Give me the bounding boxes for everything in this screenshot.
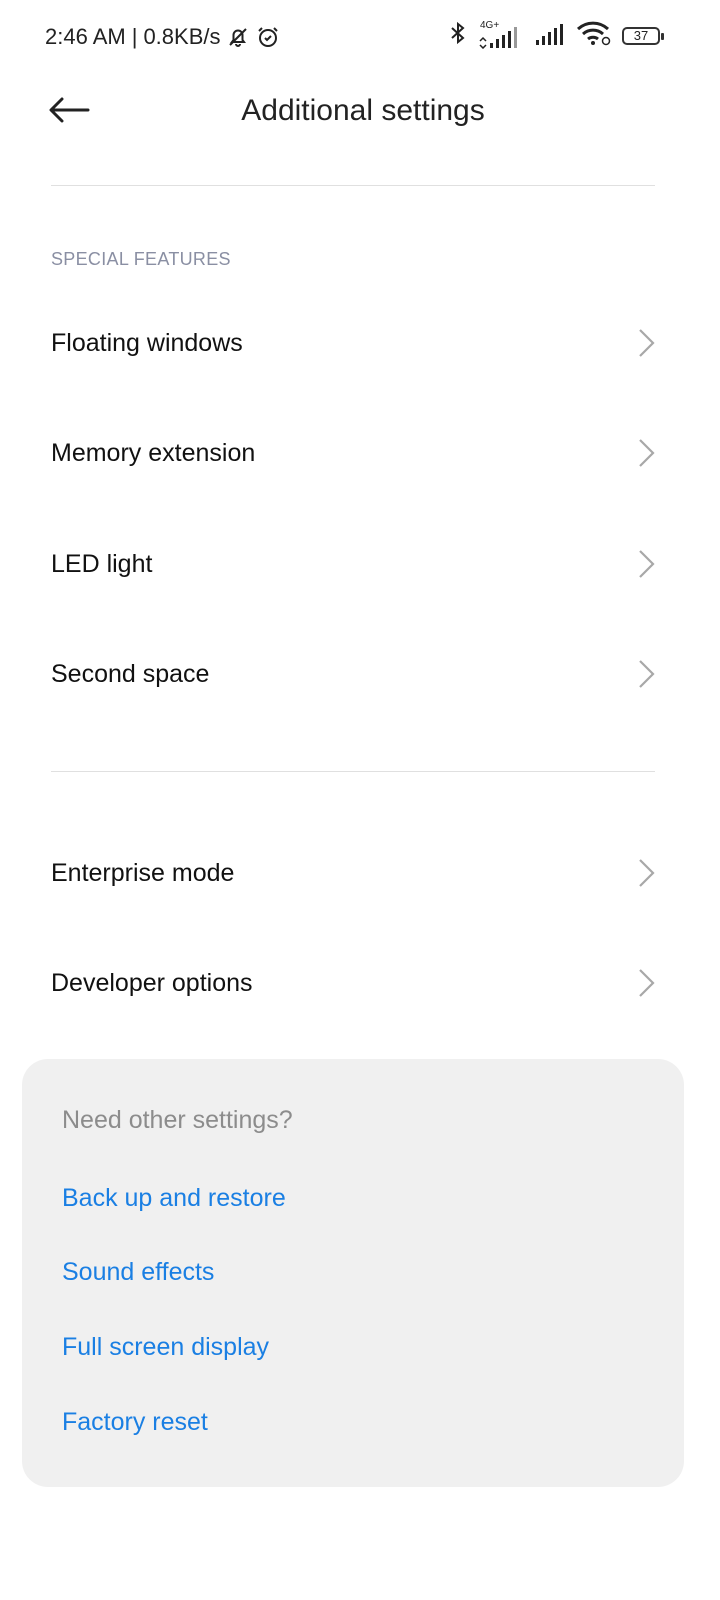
row-developer-options[interactable]: Developer options	[0, 928, 720, 1038]
chevron-right-icon	[639, 550, 655, 578]
status-separator: |	[131, 24, 138, 49]
header-divider	[51, 185, 655, 186]
status-bar: 2:46 AM | 0.8KB/s 4G+ 37	[0, 0, 720, 80]
section-divider	[51, 771, 655, 772]
chevron-right-icon	[639, 859, 655, 887]
page-title: Additional settings	[241, 94, 485, 127]
section-title-special-features: SPECIAL FEATURES	[51, 249, 231, 269]
chevron-right-icon	[639, 439, 655, 467]
alarm-icon	[256, 25, 280, 49]
wifi-icon	[576, 20, 612, 51]
row-label: Floating windows	[51, 328, 243, 357]
chevron-right-icon	[639, 660, 655, 688]
signal-4g-icon: 4G+	[478, 20, 524, 49]
other-settings-title: Need other settings?	[62, 1106, 293, 1134]
link-full-screen-display[interactable]: Full screen display	[62, 1333, 269, 1362]
row-label: Memory extension	[51, 438, 256, 467]
battery-icon: 37	[622, 26, 664, 45]
status-bar-right: 4G+ 37	[448, 20, 664, 51]
row-label: LED light	[51, 549, 153, 578]
signal-icon	[534, 20, 566, 51]
chevron-right-icon	[639, 969, 655, 997]
status-bar-left: 2:46 AM | 0.8KB/s	[45, 24, 280, 50]
row-second-space[interactable]: Second space	[0, 619, 720, 729]
link-factory-reset[interactable]: Factory reset	[62, 1408, 208, 1437]
row-label: Developer options	[51, 968, 253, 997]
row-memory-extension[interactable]: Memory extension	[0, 398, 720, 508]
link-sound-effects[interactable]: Sound effects	[62, 1258, 214, 1287]
row-label: Second space	[51, 659, 210, 688]
row-label: Enterprise mode	[51, 858, 235, 887]
battery-level: 37	[633, 28, 649, 43]
link-back-up-and-restore[interactable]: Back up and restore	[62, 1184, 286, 1213]
mute-bell-icon	[226, 25, 250, 49]
header: Additional settings	[0, 80, 720, 150]
status-speed: 0.8KB/s	[143, 24, 221, 49]
status-time: 2:46 AM	[45, 24, 126, 49]
row-led-light[interactable]: LED light	[0, 509, 720, 619]
row-enterprise-mode[interactable]: Enterprise mode	[0, 818, 720, 928]
chevron-right-icon	[639, 329, 655, 357]
other-settings-card: Need other settings? Back up and restore…	[22, 1059, 684, 1487]
row-floating-windows[interactable]: Floating windows	[0, 288, 720, 398]
bluetooth-icon	[448, 21, 468, 50]
